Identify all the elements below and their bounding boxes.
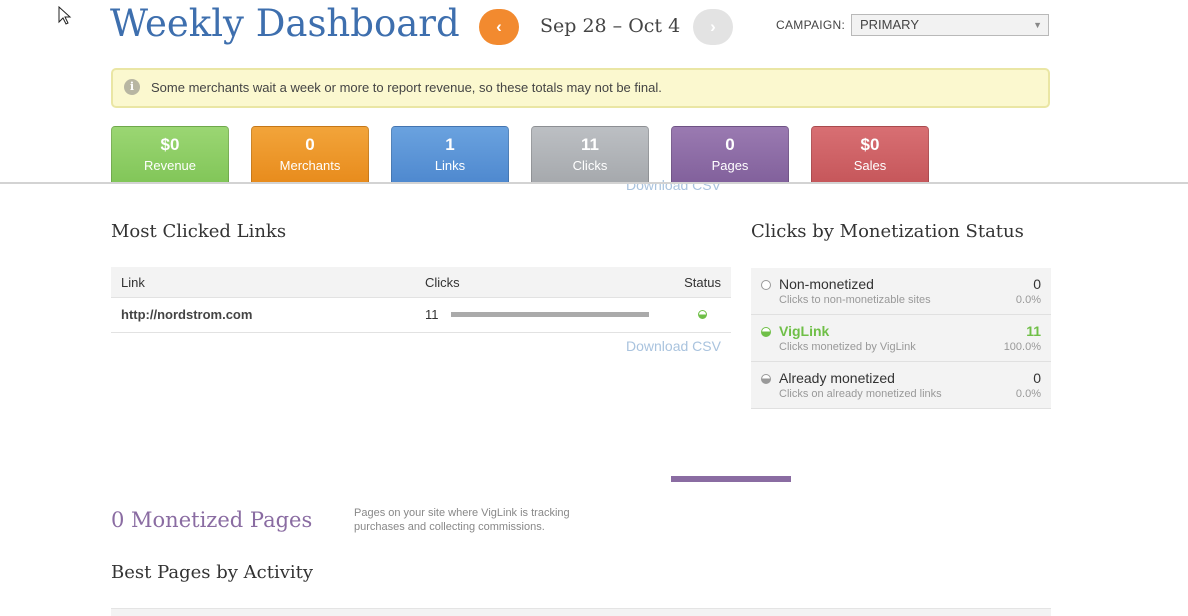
tile-label: Links: [434, 158, 466, 173]
tile-value: 0: [725, 135, 735, 154]
link-url[interactable]: http://nordstrom.com: [121, 307, 252, 322]
previous-week-button[interactable]: ‹: [479, 9, 519, 45]
date-range: Sep 28 – Oct 4: [540, 15, 681, 37]
status-percent: 100.0%: [1003, 341, 1041, 353]
page-title: Weekly Dashboard: [110, 2, 460, 45]
links-table: Link Clicks Status http://nordstrom.com …: [111, 267, 731, 333]
tile-value: 11: [581, 135, 599, 154]
campaign-select[interactable]: PRIMARY ▼: [851, 14, 1049, 36]
status-count: 0: [1033, 276, 1041, 292]
tile-label: Revenue: [143, 158, 197, 173]
status-count: 0: [1033, 370, 1041, 386]
status-percent: 0.0%: [1015, 294, 1041, 306]
chevron-down-icon: ▼: [1033, 20, 1042, 30]
tile-label: Sales: [853, 158, 887, 173]
status-description: Clicks to non-monetizable sites: [779, 294, 931, 306]
revenue-notice: i Some merchants wait a week or more to …: [111, 68, 1050, 108]
column-header-clicks[interactable]: Clicks: [425, 275, 460, 290]
empty-circle-icon: [761, 280, 771, 290]
click-bar: [451, 312, 649, 317]
column-header-link[interactable]: Link: [121, 275, 145, 290]
status-non-monetized: Non-monetized Clicks to non-monetizable …: [751, 268, 1051, 315]
column-header-status[interactable]: Status: [684, 275, 721, 290]
tile-label: Clicks: [572, 158, 608, 173]
monetized-pages-description: Pages on your site where VigLink is trac…: [354, 507, 570, 533]
chevron-right-icon: ›: [710, 17, 716, 36]
info-icon: i: [124, 79, 140, 95]
tabs-divider: [0, 182, 1188, 184]
status-description: Clicks on already monetized links: [779, 388, 942, 400]
click-count: 11: [425, 307, 439, 322]
chevron-left-icon: ‹: [496, 17, 502, 36]
table-header: Link Clicks Status: [111, 267, 731, 298]
mouse-cursor-icon: [58, 6, 72, 25]
tile-value: $0: [860, 135, 880, 154]
campaign-select-value: PRIMARY: [860, 17, 919, 32]
status-count: 11: [1026, 323, 1041, 339]
download-csv-link[interactable]: Download CSV: [626, 338, 721, 354]
viglink-status-icon: [698, 310, 707, 319]
table-row[interactable]: http://nordstrom.com 11: [111, 298, 731, 333]
campaign-label: CAMPAIGN:: [776, 18, 846, 32]
viglink-half-circle-icon: [761, 327, 771, 337]
tile-label: Merchants: [279, 158, 341, 173]
tile-pages[interactable]: 0 Pages: [671, 126, 789, 182]
most-clicked-links-title: Most Clicked Links: [111, 221, 287, 242]
status-name: Already monetized: [779, 370, 895, 386]
tile-sales[interactable]: $0 Sales: [811, 126, 929, 182]
monetized-pages-title: 0 Monetized Pages: [111, 508, 313, 532]
status-description: Clicks monetized by VigLink: [779, 341, 916, 353]
monetization-status-title: Clicks by Monetization Status: [751, 221, 1024, 242]
pages-section-indicator: [671, 476, 791, 482]
half-circle-icon: [761, 374, 771, 384]
best-pages-title: Best Pages by Activity: [111, 562, 314, 583]
tile-merchants[interactable]: 0 Merchants: [251, 126, 369, 182]
tile-label: Pages: [711, 158, 749, 173]
tile-value: 0: [305, 135, 315, 154]
status-viglink: VigLink Clicks monetized by VigLink 11 1…: [751, 315, 1051, 362]
tile-clicks[interactable]: 11 Clicks: [531, 126, 649, 182]
status-name: VigLink: [779, 323, 830, 339]
status-percent: 0.0%: [1015, 388, 1041, 400]
notice-text: Some merchants wait a week or more to re…: [151, 80, 662, 95]
next-week-button[interactable]: ›: [693, 9, 733, 45]
status-already-monetized: Already monetized Clicks on already mone…: [751, 362, 1051, 409]
tile-links[interactable]: 1 Links: [391, 126, 509, 182]
monetization-panel: Non-monetized Clicks to non-monetizable …: [751, 268, 1051, 409]
tile-revenue[interactable]: $0 Revenue: [111, 126, 229, 182]
status-name: Non-monetized: [779, 276, 874, 292]
tile-value: 1: [445, 135, 455, 154]
tile-value: $0: [160, 135, 180, 154]
